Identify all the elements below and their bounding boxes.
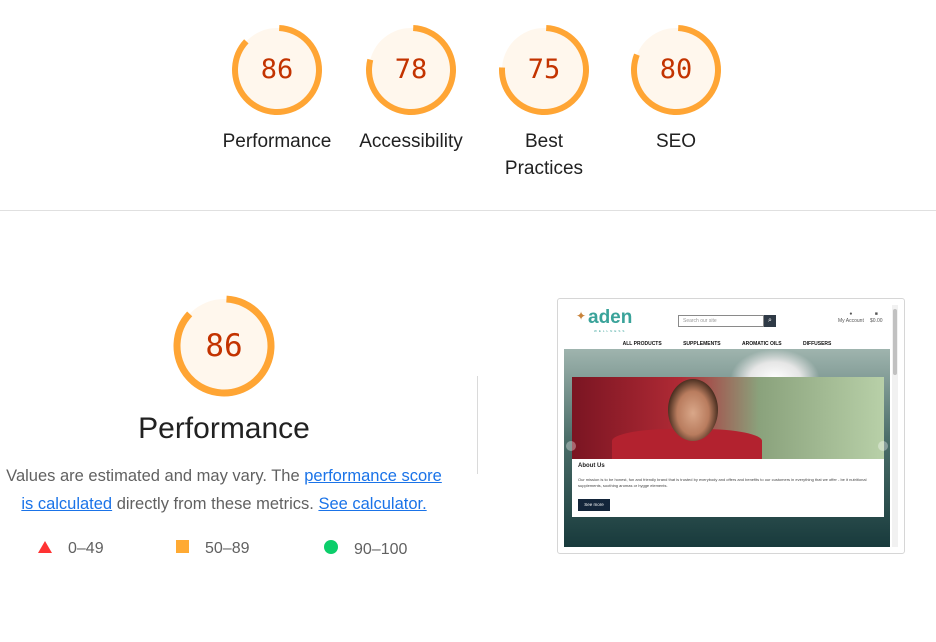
- score-best-practices[interactable]: 75 Best Practices: [484, 24, 604, 182]
- account-label: My Account: [838, 318, 864, 324]
- about-card: About Us Our mission is to be honest, fu…: [572, 459, 884, 517]
- score-label: Performance: [222, 131, 332, 152]
- cart-total: $0.00: [870, 318, 883, 324]
- nav-item: DIFFUSERS: [803, 341, 832, 347]
- site-nav: ALL PRODUCTS SUPPLEMENTS AROMATIC OILS D…: [564, 341, 890, 347]
- desc-text: Values are estimated and may vary. The: [6, 467, 305, 485]
- bag-icon: ■: [874, 311, 878, 317]
- nav-item: ALL PRODUCTS: [622, 341, 662, 347]
- screenshot-scrollbar: [892, 305, 898, 547]
- performance-heading: Performance: [138, 412, 310, 445]
- section-divider: [0, 210, 936, 211]
- hero-banner: About Us Our mission is to be honest, fu…: [564, 349, 890, 547]
- score-value: 80: [659, 54, 693, 85]
- score-accessibility[interactable]: 78 Accessibility: [351, 24, 471, 155]
- legend-pass: 90–100: [324, 540, 407, 559]
- score-value: 75: [527, 54, 561, 85]
- user-icon: ●: [849, 311, 853, 317]
- performance-gauge: 86: [231, 24, 323, 116]
- performance-score-value: 86: [205, 328, 243, 364]
- score-label: Accessibility: [359, 131, 463, 152]
- score-label: SEO: [655, 131, 697, 152]
- score-label: Best Practices: [504, 131, 584, 179]
- score-seo[interactable]: 80 SEO: [616, 24, 736, 155]
- performance-large-gauge: 86: [172, 294, 276, 398]
- square-icon: [176, 540, 189, 558]
- hummingbird-icon: ✦: [576, 309, 587, 323]
- triangle-icon: [38, 540, 52, 558]
- legend-fail: 0–49: [38, 540, 104, 558]
- score-value: 78: [394, 54, 428, 85]
- site-logo: aden: [588, 307, 633, 328]
- search-icon: ⌕: [764, 315, 776, 327]
- legend-average: 50–89: [176, 540, 250, 558]
- screenshot-page: ✦ aden WELLNESS Search our site ⌕ ● My A…: [564, 305, 890, 547]
- legend-range: 50–89: [205, 540, 250, 557]
- see-calculator-link[interactable]: See calculator.: [318, 495, 426, 513]
- person-face: [668, 379, 718, 441]
- nav-item: SUPPLEMENTS: [683, 341, 721, 347]
- accessibility-gauge: 78: [365, 24, 457, 116]
- legend-range: 0–49: [68, 540, 104, 557]
- nav-item: AROMATIC OILS: [742, 341, 782, 347]
- site-search-input: Search our site: [678, 315, 764, 327]
- desc-text: directly from these metrics.: [112, 495, 319, 513]
- about-title: About Us: [578, 463, 605, 469]
- carousel-prev-icon: [566, 441, 576, 451]
- flower-image: [730, 349, 820, 379]
- hero-photo: [572, 377, 884, 459]
- best-practices-gauge: 75: [498, 24, 590, 116]
- legend-range: 90–100: [354, 540, 408, 558]
- scrollbar-thumb: [893, 309, 897, 375]
- final-screenshot[interactable]: ✦ aden WELLNESS Search our site ⌕ ● My A…: [557, 298, 905, 554]
- account-link: ● My Account: [838, 311, 864, 325]
- vertical-separator: [477, 376, 478, 474]
- cart-link: ■ $0.00: [870, 311, 883, 325]
- see-more-button: See more: [578, 499, 610, 511]
- carousel-next-icon: [878, 441, 888, 451]
- circle-icon: [324, 540, 338, 559]
- seo-gauge: 80: [630, 24, 722, 116]
- performance-description: Values are estimated and may vary. The p…: [0, 462, 448, 518]
- about-text: Our mission is to be honest, fun and fri…: [578, 477, 867, 488]
- site-logo-sub: WELLNESS: [594, 329, 627, 333]
- score-performance[interactable]: 86 Performance: [217, 24, 337, 155]
- score-value: 86: [260, 54, 294, 85]
